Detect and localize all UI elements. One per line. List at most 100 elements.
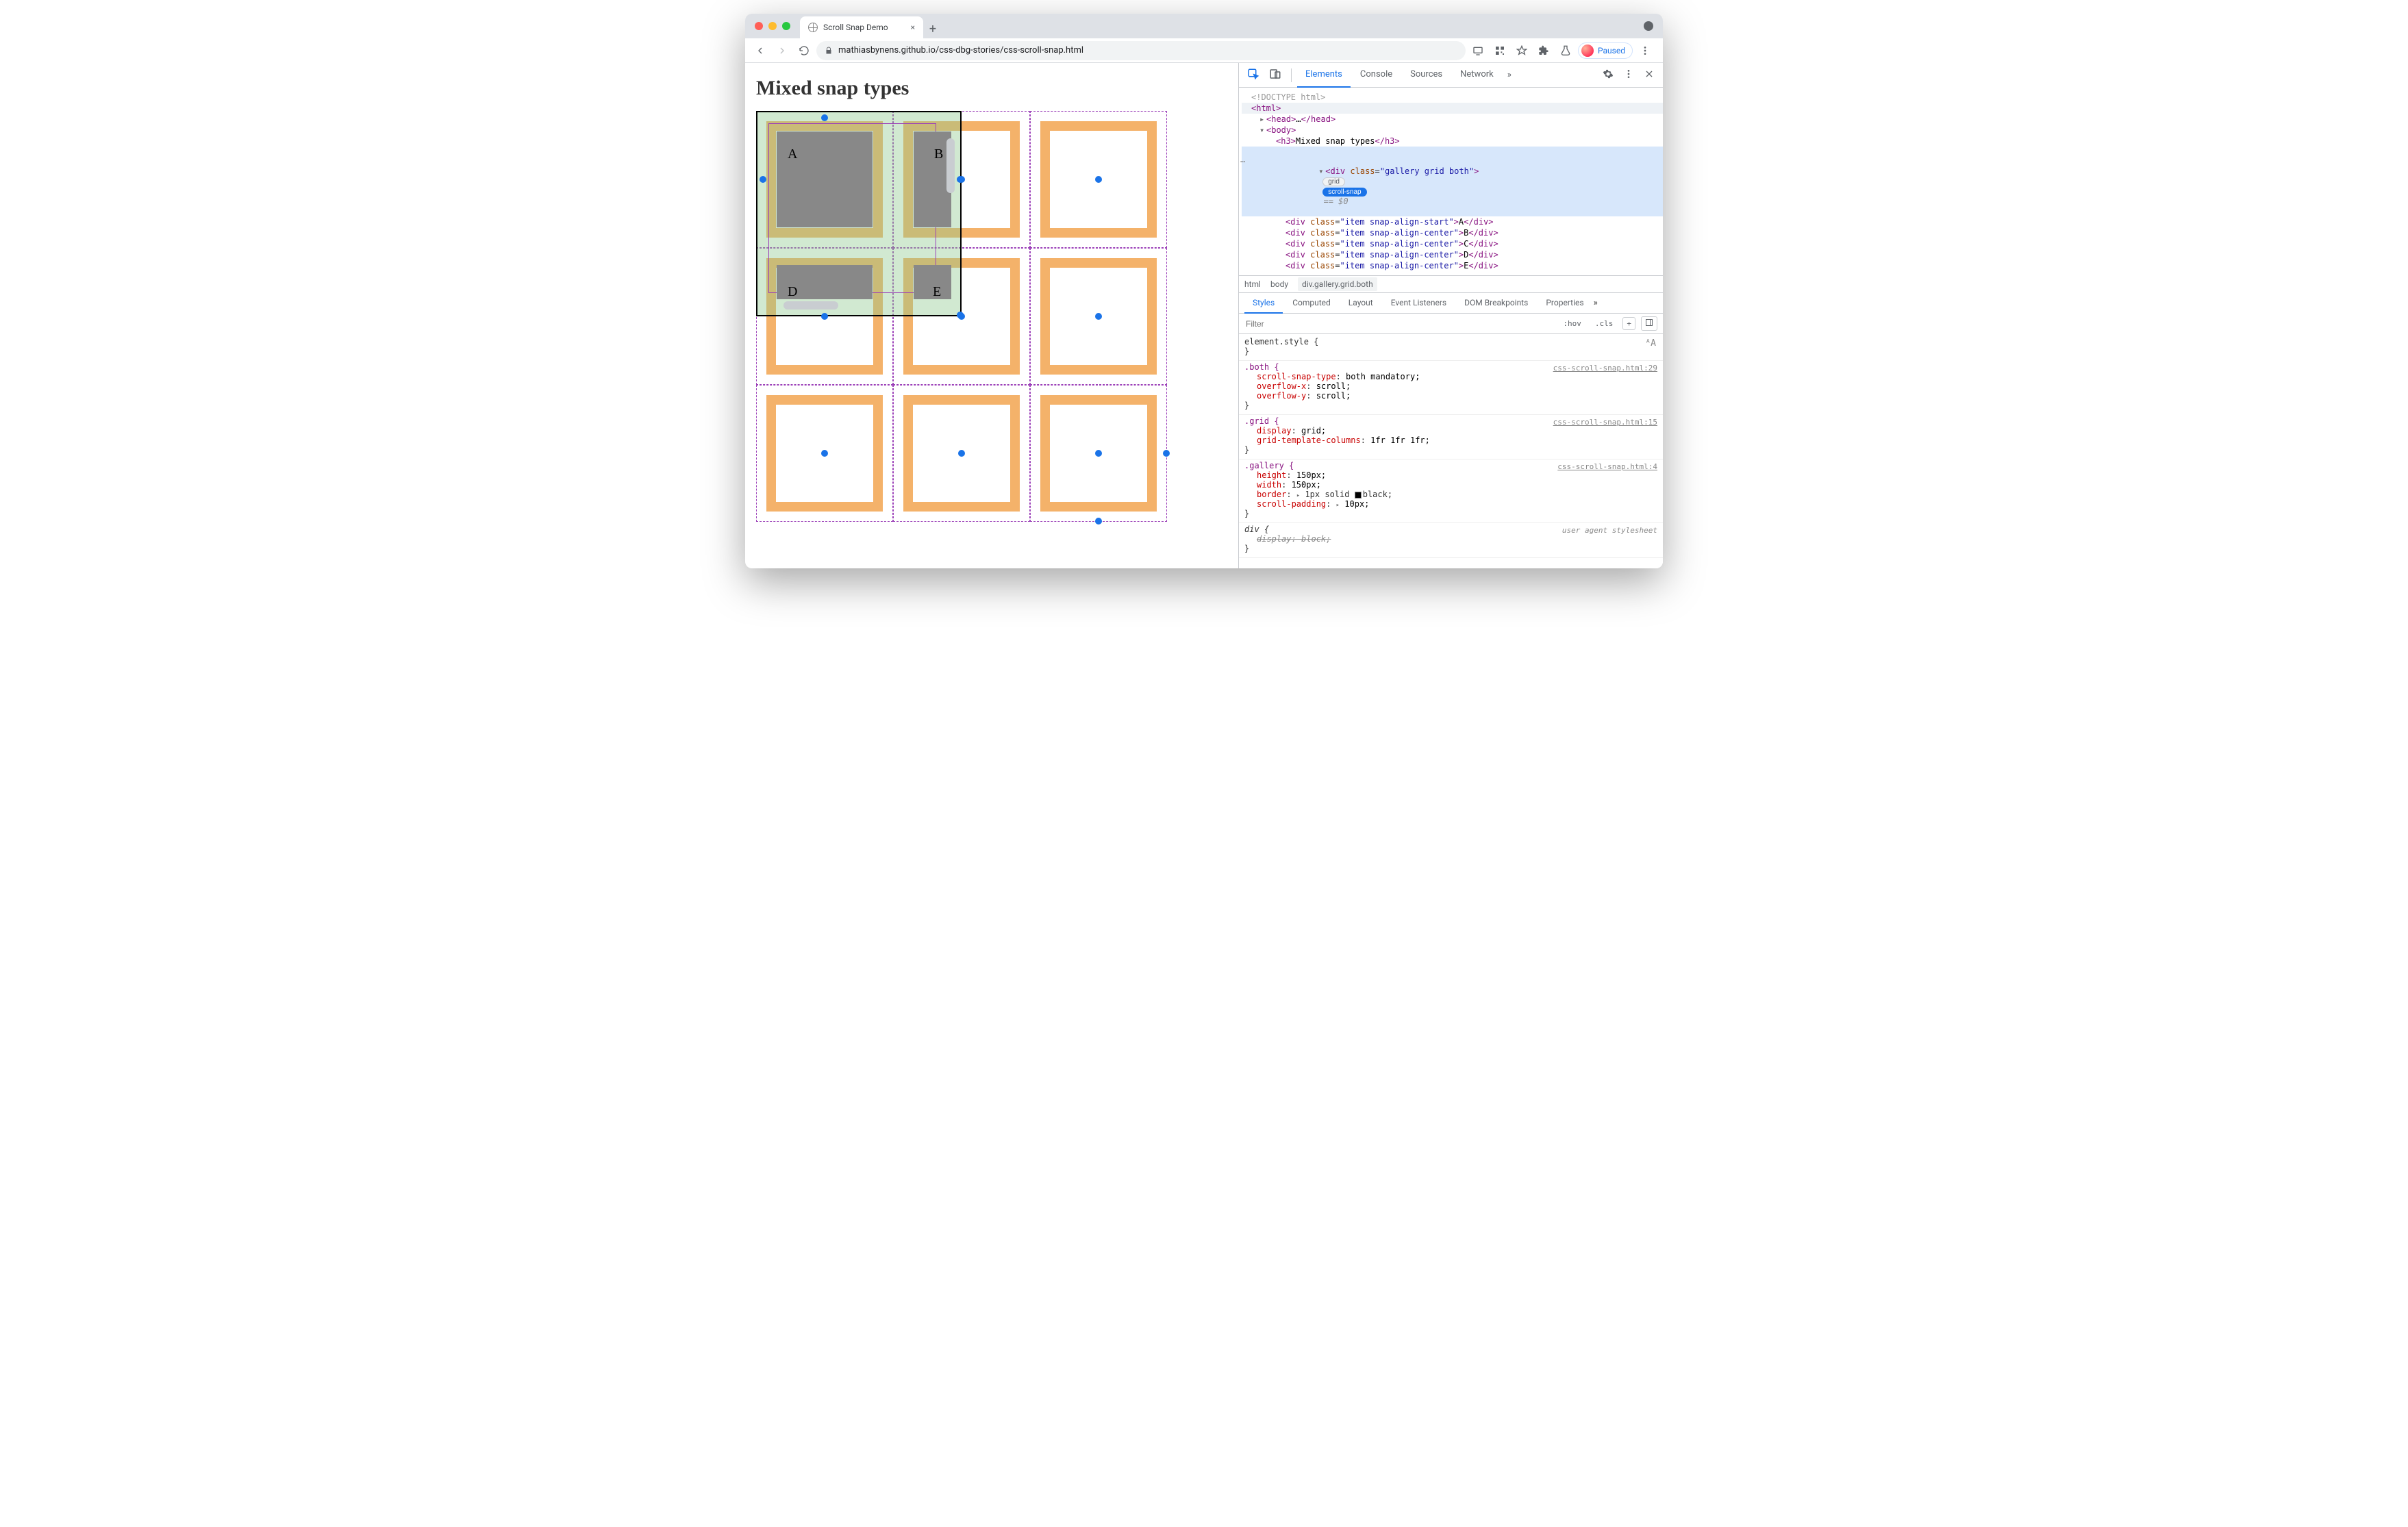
breadcrumb: html body div.gallery.grid.both: [1239, 275, 1663, 293]
rule-selector: div {: [1244, 525, 1269, 534]
labs-icon[interactable]: [1556, 41, 1575, 60]
device-toolbar-icon[interactable]: [1265, 68, 1285, 83]
dom-node[interactable]: ▾<body>: [1242, 125, 1663, 136]
crumb[interactable]: html: [1244, 279, 1261, 289]
forward-button[interactable]: [773, 41, 792, 60]
bookmark-star-icon[interactable]: [1512, 41, 1531, 60]
rule-close: }: [1244, 346, 1657, 356]
globe-icon: [808, 23, 818, 32]
dom-doctype: <!DOCTYPE html>: [1242, 92, 1663, 103]
style-rule[interactable]: ᴬA element.style { }: [1239, 336, 1663, 361]
scroll-snap-badge[interactable]: scroll-snap: [1322, 188, 1366, 197]
window-indicator-icon: [1644, 21, 1653, 31]
styles-filter-input[interactable]: [1244, 318, 1553, 329]
ellipsis-icon[interactable]: ⋯: [1240, 157, 1245, 166]
dom-node[interactable]: <div class="item snap-align-start">A</di…: [1242, 216, 1663, 227]
tab-close-icon[interactable]: ×: [911, 23, 915, 32]
profile-paused-chip[interactable]: Paused: [1578, 42, 1633, 59]
rule-selector: .grid {: [1244, 416, 1279, 426]
subtab-styles[interactable]: Styles: [1244, 293, 1283, 314]
item-label: E: [933, 284, 941, 300]
rule-source-link: user agent stylesheet: [1562, 526, 1657, 535]
kebab-menu-icon[interactable]: [1619, 68, 1638, 82]
extensions-icon[interactable]: [1534, 41, 1553, 60]
style-rule[interactable]: user agent stylesheet div { display: blo…: [1239, 523, 1663, 558]
lock-icon: [825, 47, 833, 55]
hov-button[interactable]: :hov: [1559, 317, 1585, 330]
dom-node[interactable]: <div class="item snap-align-center">E</d…: [1242, 260, 1663, 271]
device-icon[interactable]: [1468, 41, 1488, 60]
back-button[interactable]: [751, 41, 770, 60]
subtab-computed[interactable]: Computed: [1284, 293, 1339, 314]
tab-elements[interactable]: Elements: [1297, 63, 1351, 88]
omnibox[interactable]: mathiasbynens.github.io/css-dbg-stories/…: [816, 41, 1466, 60]
dom-node[interactable]: <html>: [1242, 103, 1663, 114]
new-style-rule-button[interactable]: +: [1622, 317, 1635, 330]
dom-node[interactable]: <h3>Mixed snap types</h3>: [1242, 136, 1663, 147]
dom-node[interactable]: <div class="item snap-align-center">B</d…: [1242, 227, 1663, 238]
snap-item: B: [914, 131, 951, 227]
item-label: D: [788, 284, 797, 300]
dollar-zero-hint: == $0: [1323, 197, 1348, 206]
expand-triangle-icon[interactable]: ▸: [1296, 492, 1300, 499]
close-window-icon[interactable]: [755, 22, 763, 30]
window-controls: [755, 22, 790, 30]
crumb-selected[interactable]: div.gallery.grid.both: [1298, 277, 1377, 291]
scroll-snap-overlay: A B D E: [756, 111, 1167, 522]
grid-cell: [1030, 248, 1167, 385]
reload-button[interactable]: [794, 41, 814, 60]
new-tab-button[interactable]: +: [923, 19, 942, 38]
dom-node[interactable]: <div class="item snap-align-center">C</d…: [1242, 238, 1663, 249]
color-swatch[interactable]: [1355, 492, 1362, 499]
subtab-properties[interactable]: Properties: [1538, 293, 1592, 314]
cls-button[interactable]: .cls: [1591, 317, 1618, 330]
browser-tab[interactable]: Scroll Snap Demo ×: [800, 16, 923, 38]
grid-cell: [1030, 111, 1167, 248]
browser-window: Scroll Snap Demo × + mathiasbynens.githu…: [745, 14, 1663, 568]
more-subtabs-icon[interactable]: »: [1594, 298, 1598, 308]
style-rule[interactable]: css-scroll-snap.html:4 .gallery { height…: [1239, 459, 1663, 523]
snap-item: A: [777, 131, 873, 227]
close-devtools-icon[interactable]: [1640, 68, 1659, 82]
chrome-menu-icon[interactable]: [1635, 41, 1655, 60]
inspect-icon[interactable]: [1243, 68, 1264, 83]
dom-node[interactable]: ▸<head>…</head>: [1242, 114, 1663, 125]
rule-selector: .gallery {: [1244, 461, 1294, 470]
paused-label: Paused: [1598, 46, 1625, 55]
rule-source-link[interactable]: css-scroll-snap.html:15: [1553, 418, 1657, 427]
rule-source-link[interactable]: css-scroll-snap.html:4: [1557, 462, 1657, 471]
grid-cell: [893, 385, 1030, 522]
subtab-dom-breakpoints[interactable]: DOM Breakpoints: [1456, 293, 1536, 314]
font-size-icon[interactable]: ᴬA: [1645, 338, 1656, 349]
toggle-sidebar-icon[interactable]: [1641, 316, 1657, 331]
vertical-scrollbar[interactable]: [946, 138, 955, 193]
qr-icon[interactable]: [1490, 41, 1509, 60]
horizontal-scrollbar[interactable]: [783, 301, 838, 310]
tab-strip: Scroll Snap Demo × +: [745, 14, 1663, 38]
minimize-window-icon[interactable]: [768, 22, 777, 30]
tab-console[interactable]: Console: [1352, 63, 1401, 88]
item-label: A: [788, 147, 797, 162]
rule-selector: element.style {: [1244, 337, 1657, 346]
tab-network[interactable]: Network: [1452, 63, 1502, 88]
maximize-window-icon[interactable]: [782, 22, 790, 30]
style-rule[interactable]: css-scroll-snap.html:29 .both { scroll-s…: [1239, 361, 1663, 415]
grid-badge[interactable]: grid: [1322, 177, 1345, 186]
dom-tree[interactable]: <!DOCTYPE html> <html> ▸<head>…</head> ▾…: [1239, 88, 1663, 275]
page-content[interactable]: Mixed snap types: [745, 63, 1238, 568]
dom-node-selected[interactable]: ⋯ ▾<div class="gallery grid both"> grid …: [1242, 147, 1663, 216]
url-text: mathiasbynens.github.io/css-dbg-stories/…: [838, 45, 1083, 55]
page-heading: Mixed snap types: [756, 77, 1227, 100]
subtab-layout[interactable]: Layout: [1340, 293, 1381, 314]
more-tabs-icon[interactable]: »: [1503, 70, 1516, 80]
subtab-event-listeners[interactable]: Event Listeners: [1383, 293, 1455, 314]
style-rule[interactable]: css-scroll-snap.html:15 .grid { display:…: [1239, 415, 1663, 459]
tab-sources[interactable]: Sources: [1402, 63, 1451, 88]
styles-pane[interactable]: ᴬA element.style { } css-scroll-snap.htm…: [1239, 334, 1663, 568]
rule-source-link[interactable]: css-scroll-snap.html:29: [1553, 364, 1657, 373]
expand-triangle-icon[interactable]: ▸: [1336, 502, 1340, 509]
crumb[interactable]: body: [1270, 279, 1288, 289]
dom-node[interactable]: <div class="item snap-align-center">D</d…: [1242, 249, 1663, 260]
styles-subtabs: Styles Computed Layout Event Listeners D…: [1239, 293, 1663, 314]
settings-gear-icon[interactable]: [1598, 68, 1618, 82]
